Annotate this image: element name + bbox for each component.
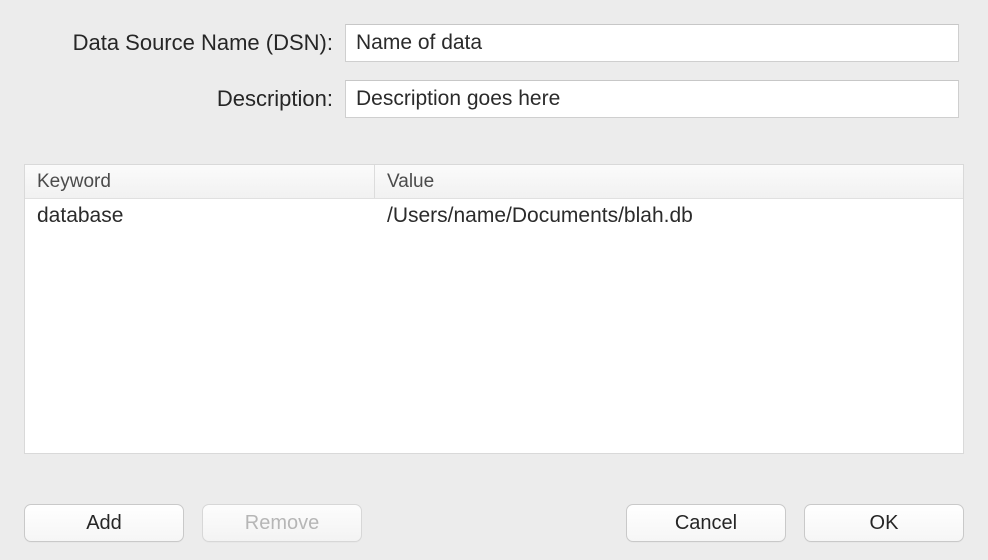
description-label: Description: [0,86,345,112]
cell-keyword: database [25,204,375,228]
params-table-body: database /Users/name/Documents/blah.db [25,199,963,233]
column-header-value[interactable]: Value [375,165,963,198]
params-table[interactable]: Keyword Value database /Users/name/Docum… [24,164,964,454]
button-bar: Add Remove Cancel OK [24,504,964,542]
dsn-row: Data Source Name (DSN): [0,24,988,62]
column-header-keyword[interactable]: Keyword [25,165,375,198]
cell-value: /Users/name/Documents/blah.db [375,204,963,228]
table-row[interactable]: database /Users/name/Documents/blah.db [25,199,963,233]
remove-button: Remove [202,504,362,542]
params-table-header: Keyword Value [25,165,963,199]
dsn-config-dialog: Data Source Name (DSN): Description: Key… [0,24,988,560]
dsn-label: Data Source Name (DSN): [0,30,345,56]
add-button[interactable]: Add [24,504,184,542]
cancel-button[interactable]: Cancel [626,504,786,542]
dsn-input[interactable] [345,24,959,62]
description-input[interactable] [345,80,959,118]
ok-button[interactable]: OK [804,504,964,542]
description-row: Description: [0,80,988,118]
